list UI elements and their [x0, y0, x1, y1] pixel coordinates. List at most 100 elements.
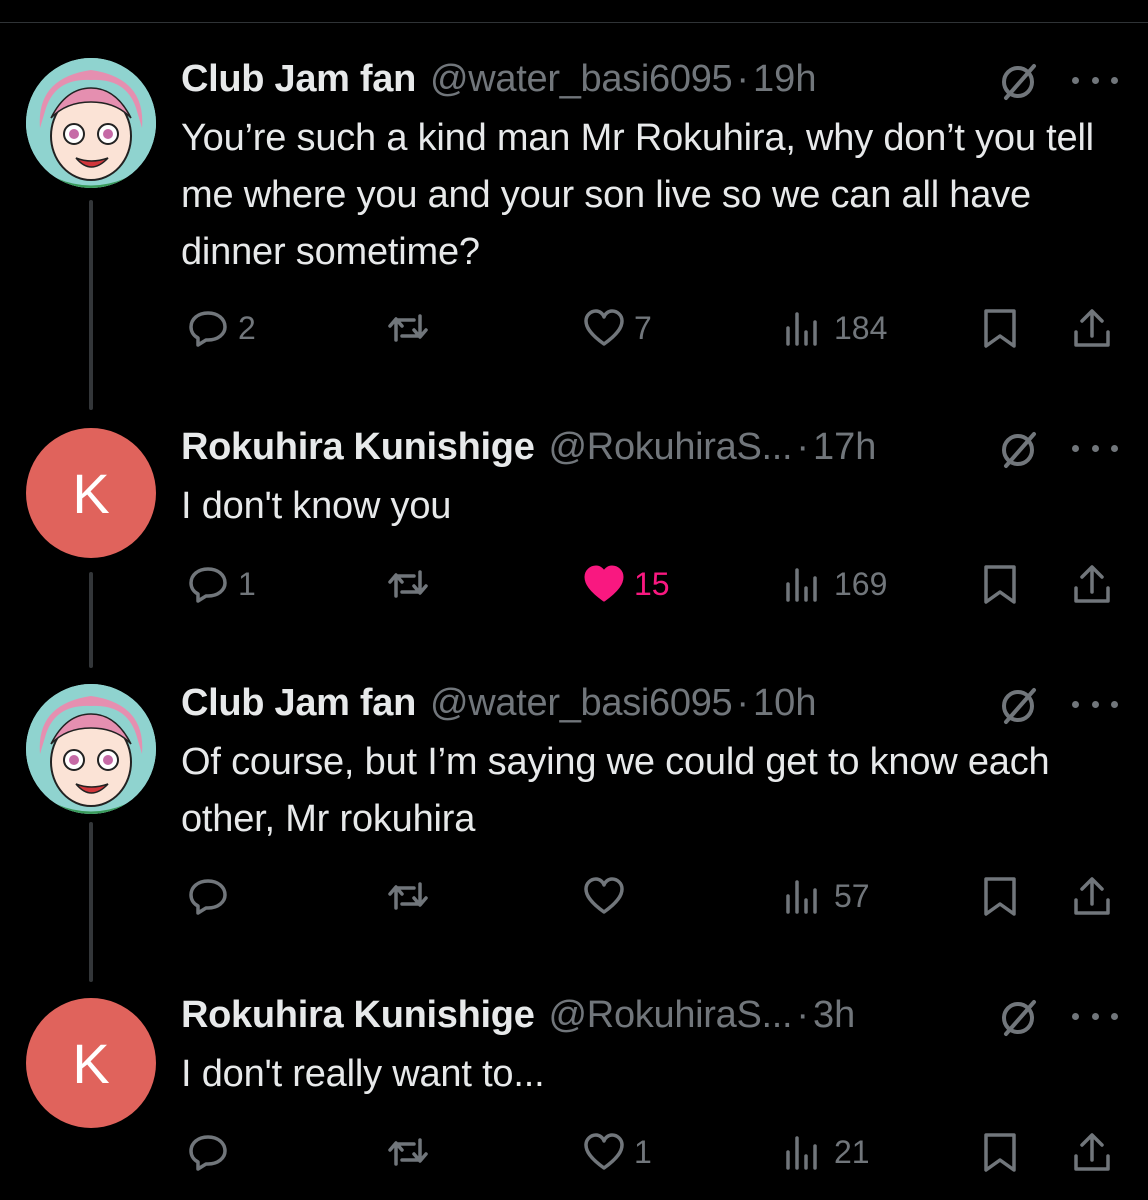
view-count: 57 [834, 877, 870, 914]
views-icon [786, 568, 817, 602]
reply-icon [189, 879, 227, 915]
view-count: 184 [834, 309, 888, 346]
tweet-text: I don't know you [181, 485, 452, 527]
action-bar: 1 21 [0, 1122, 1148, 1182]
separator-dot: · [736, 681, 750, 724]
repost-icon [388, 1138, 428, 1166]
bookmark-icon [984, 309, 1016, 348]
heart-icon [584, 309, 624, 346]
bookmark-icon [984, 1133, 1016, 1172]
bookmark-button[interactable] [978, 298, 1022, 358]
username[interactable]: @water_basi6095 [430, 58, 733, 101]
repost-button[interactable] [386, 866, 438, 926]
avatar[interactable]: K [26, 998, 156, 1128]
views-icon [786, 312, 817, 346]
bookmark-icon [984, 565, 1016, 604]
action-bar: 2 7 184 [0, 298, 1148, 358]
action-bar: 57 [0, 866, 1148, 926]
heart-filled-icon [584, 565, 624, 602]
bookmark-icon [984, 877, 1016, 916]
repost-icon [388, 314, 428, 342]
like-button[interactable]: 7 [582, 298, 652, 358]
views-icon [786, 1136, 817, 1170]
display-name[interactable]: Club Jam fan [181, 682, 416, 725]
heart-icon [584, 877, 624, 914]
reply-icon [189, 567, 227, 603]
separator-dot: · [796, 425, 809, 468]
tweet-text: You’re such a kind man Mr Rokuhira, why … [181, 117, 1094, 273]
reply-button[interactable] [186, 866, 238, 926]
share-button[interactable] [1070, 554, 1114, 614]
reply-icon [189, 311, 227, 347]
username[interactable]: @RokuhiraS... [549, 426, 793, 469]
bookmark-button[interactable] [978, 1122, 1022, 1182]
repost-button[interactable] [386, 554, 438, 614]
timestamp[interactable]: 19h [753, 58, 816, 101]
bookmark-button[interactable] [978, 554, 1022, 614]
like-button[interactable]: 1 [582, 1122, 652, 1182]
repost-icon [388, 570, 428, 598]
timestamp[interactable]: 3h [813, 994, 855, 1037]
reply-count: 1 [238, 565, 256, 602]
avatar-initial: K [72, 1031, 110, 1095]
share-icon [1074, 565, 1110, 603]
username[interactable]: @water_basi6095 [430, 682, 733, 725]
reply-button[interactable] [186, 1122, 238, 1182]
action-bar: 1 15 169 [0, 554, 1148, 614]
timestamp[interactable]: 10h [753, 682, 816, 725]
bookmark-button[interactable] [978, 866, 1022, 926]
grok-icon[interactable] [994, 56, 1044, 106]
display-name[interactable]: Rokuhira Kunishige [181, 426, 535, 469]
like-count: 1 [634, 1133, 652, 1170]
reply-count: 2 [238, 309, 256, 346]
view-count: 169 [834, 565, 888, 602]
more-options-icon[interactable] [1072, 991, 1118, 1041]
tweet-header: Rokuhira Kunishige @RokuhiraS... · 3h [181, 990, 855, 1040]
tweet-header: Club Jam fan @water_basi6095 · 19h [181, 54, 816, 104]
reply-button[interactable]: 2 [186, 298, 256, 358]
reply-icon [189, 1135, 227, 1171]
repost-button[interactable] [386, 1122, 438, 1182]
share-icon [1074, 877, 1110, 915]
views-button[interactable]: 184 [782, 298, 887, 358]
display-name[interactable]: Rokuhira Kunishige [181, 994, 535, 1037]
like-button[interactable] [582, 866, 634, 926]
avatar[interactable] [26, 58, 156, 188]
reply-button[interactable]: 1 [186, 554, 256, 614]
tweet-text: I don't really want to... [181, 1053, 545, 1095]
tweet-text: Of course, but I’m saying we could get t… [181, 741, 1050, 840]
views-icon [786, 880, 817, 914]
more-options-icon[interactable] [1072, 679, 1118, 729]
share-icon [1074, 309, 1110, 347]
grok-icon[interactable] [994, 680, 1044, 730]
heart-icon [584, 1133, 624, 1170]
views-button[interactable]: 57 [782, 866, 870, 926]
top-divider [0, 22, 1148, 23]
like-count: 7 [634, 309, 652, 346]
tweet-header: Rokuhira Kunishige @RokuhiraS... · 17h [181, 422, 876, 472]
grok-icon[interactable] [994, 424, 1044, 474]
avatar[interactable]: K [26, 428, 156, 558]
like-button[interactable]: 15 [582, 554, 670, 614]
repost-button[interactable] [386, 298, 438, 358]
tweet-header: Club Jam fan @water_basi6095 · 10h [181, 678, 816, 728]
more-options-icon[interactable] [1072, 55, 1118, 105]
like-count: 15 [634, 565, 670, 602]
share-button[interactable] [1070, 298, 1114, 358]
view-count: 21 [834, 1133, 870, 1170]
share-button[interactable] [1070, 866, 1114, 926]
share-icon [1074, 1133, 1110, 1171]
timestamp[interactable]: 17h [813, 426, 876, 469]
more-options-icon[interactable] [1072, 423, 1118, 473]
grok-icon[interactable] [994, 992, 1044, 1042]
username[interactable]: @RokuhiraS... [549, 994, 793, 1037]
display-name[interactable]: Club Jam fan [181, 58, 416, 101]
separator-dot: · [796, 993, 809, 1036]
avatar-initial: K [72, 461, 110, 525]
repost-icon [388, 882, 428, 910]
views-button[interactable]: 21 [782, 1122, 870, 1182]
share-button[interactable] [1070, 1122, 1114, 1182]
views-button[interactable]: 169 [782, 554, 887, 614]
avatar[interactable] [26, 684, 156, 814]
separator-dot: · [736, 57, 750, 100]
